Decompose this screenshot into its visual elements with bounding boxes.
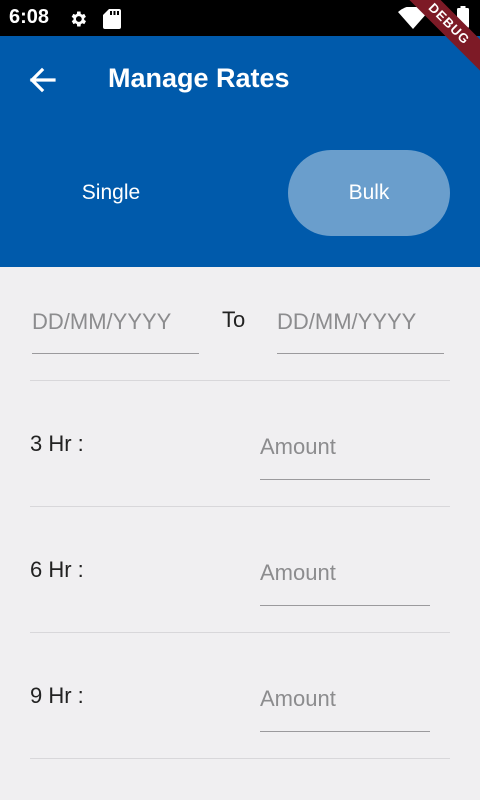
tab-single[interactable]: Single: [30, 150, 192, 236]
rate-label-3hr: 3 Hr :: [30, 431, 84, 456]
status-bar: 6:08: [0, 0, 480, 36]
divider: [30, 632, 450, 633]
divider: [30, 380, 450, 381]
rate-label-9hr: 9 Hr :: [30, 683, 84, 708]
divider: [30, 506, 450, 507]
page-title: Manage Rates: [108, 63, 290, 93]
sd-card-icon: [103, 9, 121, 29]
amount-input-3hr[interactable]: [260, 428, 430, 480]
amount-input-6hr[interactable]: [260, 554, 430, 606]
gear-icon: [71, 11, 86, 27]
amount-input-9hr[interactable]: [260, 680, 430, 732]
tab-bulk[interactable]: Bulk: [288, 150, 450, 236]
from-date-input[interactable]: [32, 302, 199, 354]
to-date-input[interactable]: [277, 302, 444, 354]
divider: [30, 758, 450, 759]
status-time: 6:08: [9, 6, 50, 28]
app-bar: Manage Rates Single Bulk: [0, 36, 480, 267]
rate-label-6hr: 6 Hr :: [30, 557, 84, 582]
date-range-separator: To: [222, 307, 246, 332]
back-arrow-icon[interactable]: [24, 62, 60, 98]
